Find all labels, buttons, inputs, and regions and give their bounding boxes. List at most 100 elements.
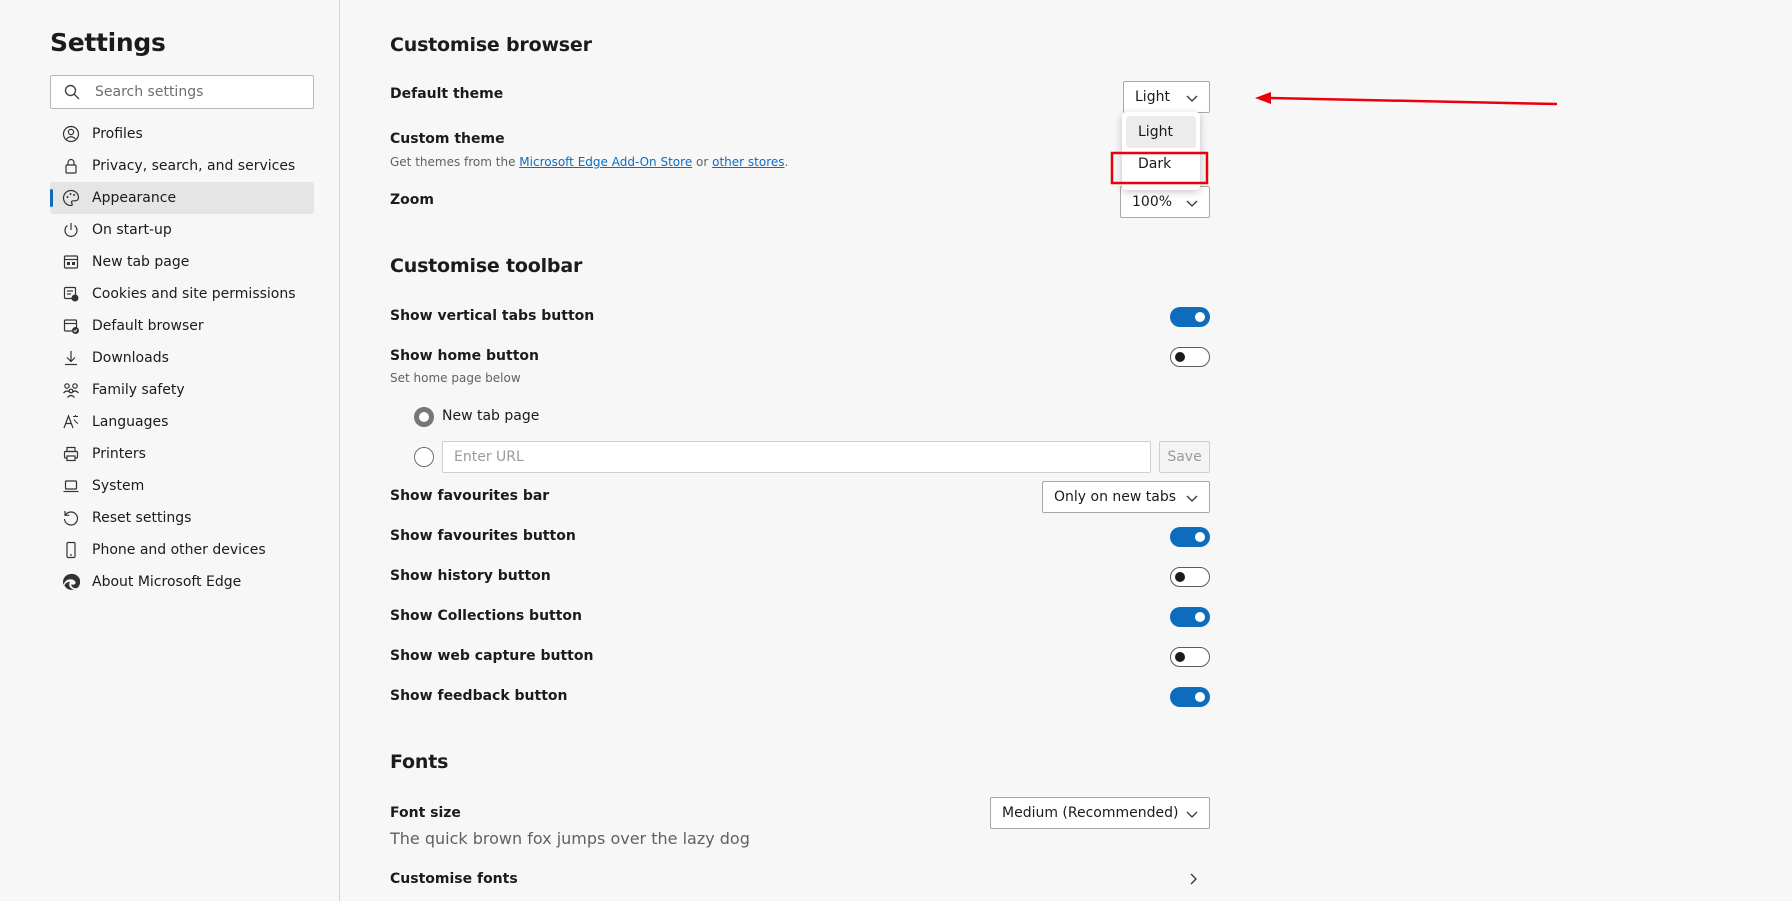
history-button-toggle[interactable] xyxy=(1170,567,1210,587)
sidebar-item-privacy[interactable]: Privacy, search, and services xyxy=(50,150,314,182)
web-capture-button-toggle[interactable] xyxy=(1170,647,1210,667)
sidebar-item-languages[interactable]: Languages xyxy=(50,406,314,438)
feedback-button-label: Show feedback button xyxy=(390,688,568,704)
sidebar-item-label: About Microsoft Edge xyxy=(92,574,242,590)
sidebar-item-downloads[interactable]: Downloads xyxy=(50,342,314,374)
sidebar-item-about-edge[interactable]: About Microsoft Edge xyxy=(50,566,314,598)
sidebar-item-label: Default browser xyxy=(92,318,204,334)
sidebar-item-new-tab-page[interactable]: New tab page xyxy=(50,246,314,278)
custom-theme-desc-prefix: Get themes from the xyxy=(390,155,520,169)
palette-icon xyxy=(62,189,80,207)
other-stores-link[interactable]: other stores xyxy=(712,155,784,169)
zoom-label: Zoom xyxy=(390,192,434,208)
lock-icon xyxy=(65,158,77,174)
chevron-down-icon xyxy=(1186,811,1198,818)
sidebar-item-printers[interactable]: Printers xyxy=(50,438,314,470)
font-sample-text: The quick brown fox jumps over the lazy … xyxy=(390,829,750,848)
customise-fonts-label[interactable]: Customise fonts xyxy=(390,871,518,887)
sidebar-title: Settings xyxy=(50,28,166,57)
chevron-down-icon xyxy=(1186,495,1198,502)
sidebar-item-label: On start-up xyxy=(92,222,172,238)
family-icon xyxy=(63,383,79,398)
sidebar-item-start-up[interactable]: On start-up xyxy=(50,214,314,246)
sidebar: Settings Profiles Privacy, search, and s… xyxy=(0,0,340,901)
sidebar-item-default-browser[interactable]: Default browser xyxy=(50,310,314,342)
reset-icon xyxy=(63,511,79,526)
sidebar-nav: Profiles Privacy, search, and services A… xyxy=(50,118,314,598)
sidebar-item-label: Cookies and site permissions xyxy=(92,286,296,302)
collections-button-label: Show Collections button xyxy=(390,608,583,624)
sidebar-item-system[interactable]: System xyxy=(50,470,314,502)
font-size-dropdown[interactable]: Medium (Recommended) xyxy=(990,797,1210,829)
edge-logo-icon xyxy=(63,573,80,590)
home-button-description: Set home page below xyxy=(390,371,521,385)
favourites-button-label: Show favourites button xyxy=(390,528,576,544)
theme-option-dark[interactable]: Dark xyxy=(1126,148,1196,180)
home-button-label: Show home button xyxy=(390,348,539,364)
sidebar-item-label: Downloads xyxy=(92,350,169,366)
sidebar-item-label: System xyxy=(92,478,145,494)
sidebar-item-appearance[interactable]: Appearance xyxy=(50,182,314,214)
custom-theme-desc-mid: or xyxy=(692,155,713,169)
section-title-fonts: Fonts xyxy=(390,751,449,773)
theme-dropdown-menu: Light Dark xyxy=(1122,112,1200,190)
laptop-icon xyxy=(63,480,79,493)
sidebar-item-cookies[interactable]: Cookies and site permissions xyxy=(50,278,314,310)
settings-main: Customise browser Default theme Light Cu… xyxy=(390,0,1210,901)
favourites-bar-label: Show favourites bar xyxy=(390,488,550,504)
language-icon xyxy=(63,414,79,429)
default-theme-value: Light xyxy=(1135,89,1170,105)
sidebar-item-label: Appearance xyxy=(92,190,177,206)
sidebar-item-family-safety[interactable]: Family safety xyxy=(50,374,314,406)
default-browser-icon xyxy=(63,319,79,334)
favourites-bar-dropdown[interactable]: Only on new tabs xyxy=(1042,481,1210,513)
home-url-input[interactable] xyxy=(442,441,1151,473)
font-size-value: Medium (Recommended) xyxy=(1002,805,1179,821)
search-icon xyxy=(64,84,80,100)
favourites-bar-value: Only on new tabs xyxy=(1054,489,1177,505)
sidebar-item-label: Phone and other devices xyxy=(92,542,266,558)
collections-button-toggle[interactable] xyxy=(1170,607,1210,627)
sidebar-item-label: Languages xyxy=(92,414,169,430)
web-capture-button-label: Show web capture button xyxy=(390,648,594,664)
sidebar-item-label: Privacy, search, and services xyxy=(92,158,296,174)
font-size-label: Font size xyxy=(390,805,461,821)
download-icon xyxy=(65,351,77,366)
sidebar-item-phone-devices[interactable]: Phone and other devices xyxy=(50,534,314,566)
custom-theme-description: Get themes from the Microsoft Edge Add-O… xyxy=(390,155,788,169)
custom-theme-label: Custom theme xyxy=(390,131,505,147)
chevron-down-icon xyxy=(1186,95,1198,102)
zoom-value: 100% xyxy=(1132,194,1173,210)
phone-icon xyxy=(66,541,76,559)
new-tab-icon xyxy=(63,255,79,269)
vertical-tabs-toggle[interactable] xyxy=(1170,307,1210,327)
vertical-tabs-label: Show vertical tabs button xyxy=(390,308,595,324)
section-title-customise-browser: Customise browser xyxy=(390,34,592,56)
sidebar-item-profiles[interactable]: Profiles xyxy=(50,118,314,150)
chevron-down-icon xyxy=(1186,200,1198,207)
power-icon xyxy=(64,223,78,237)
custom-theme-desc-suffix: . xyxy=(784,155,789,169)
default-theme-label: Default theme xyxy=(390,86,504,102)
chevron-right-icon[interactable] xyxy=(1186,872,1200,886)
new-tab-page-radio[interactable] xyxy=(414,407,434,427)
zoom-dropdown[interactable]: 100% xyxy=(1120,186,1210,218)
search-input[interactable] xyxy=(95,76,307,108)
site-permissions-icon xyxy=(63,286,79,302)
home-button-toggle[interactable] xyxy=(1170,347,1210,367)
section-title-customise-toolbar: Customise toolbar xyxy=(390,255,583,277)
search-box[interactable] xyxy=(50,75,314,109)
sidebar-item-reset-settings[interactable]: Reset settings xyxy=(50,502,314,534)
sidebar-item-label: Reset settings xyxy=(92,510,192,526)
favourites-button-toggle[interactable] xyxy=(1170,527,1210,547)
sidebar-item-label: Family safety xyxy=(92,382,185,398)
printer-icon xyxy=(63,446,79,462)
theme-option-light[interactable]: Light xyxy=(1126,116,1196,148)
save-url-button[interactable]: Save xyxy=(1159,441,1210,473)
new-tab-page-radio-label: New tab page xyxy=(442,408,540,424)
edge-add-on-store-link[interactable]: Microsoft Edge Add-On Store xyxy=(519,155,692,169)
default-theme-dropdown[interactable]: Light xyxy=(1123,81,1210,113)
sidebar-item-label: New tab page xyxy=(92,254,190,270)
custom-url-radio[interactable] xyxy=(414,447,434,467)
feedback-button-toggle[interactable] xyxy=(1170,687,1210,707)
